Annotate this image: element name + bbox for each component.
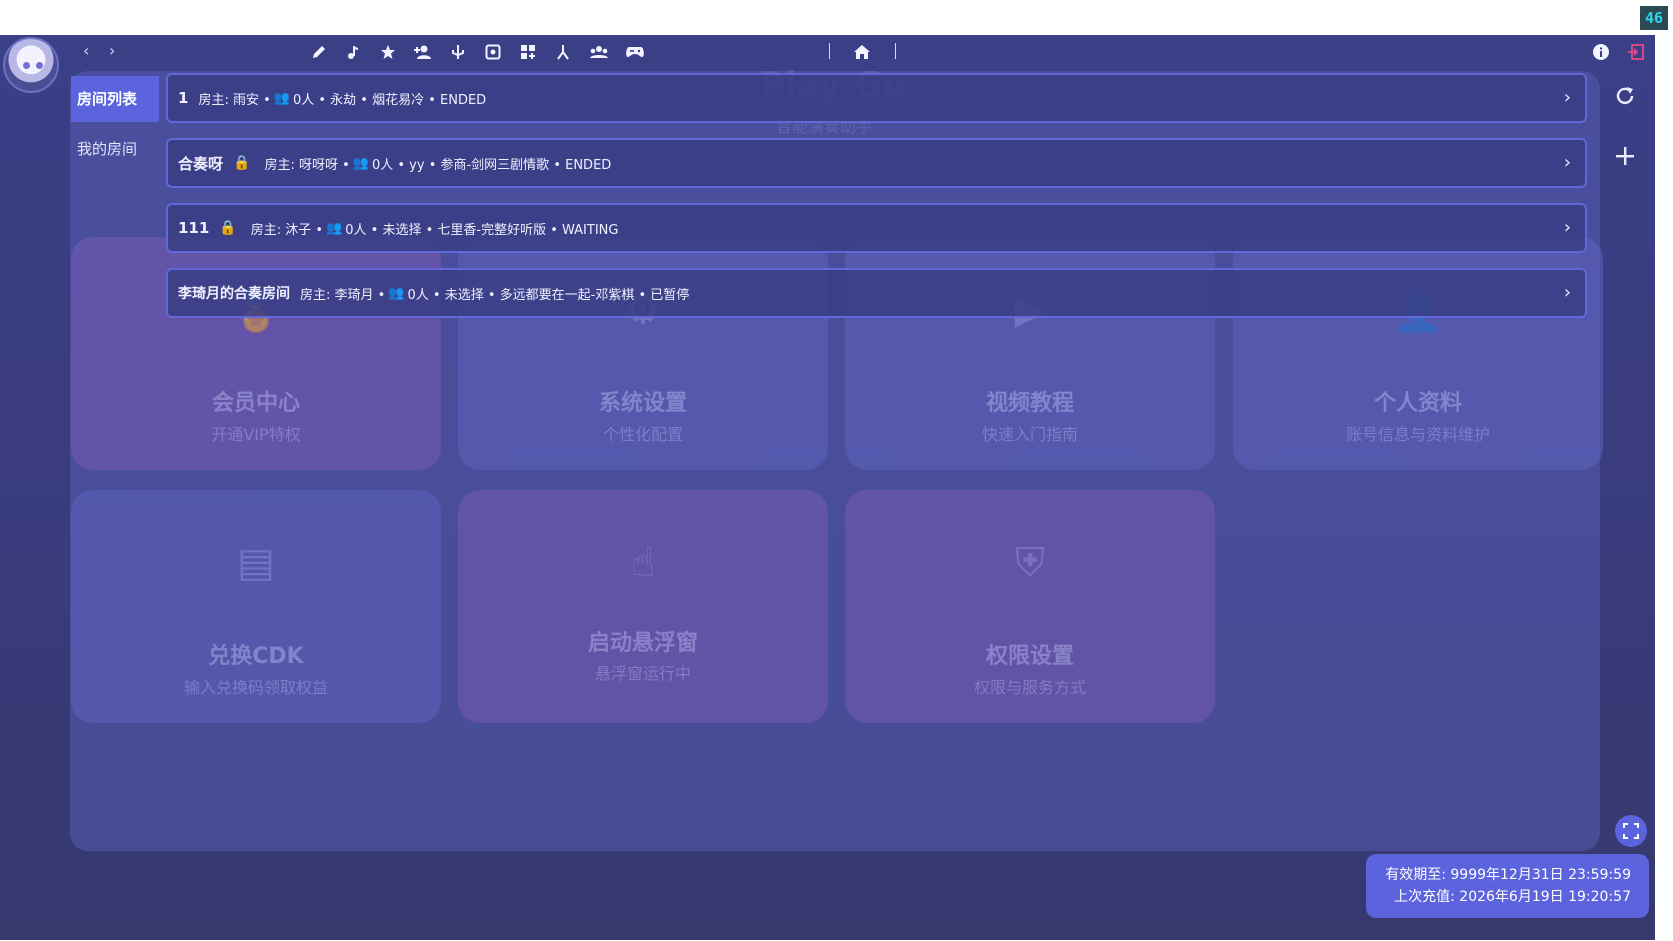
fullscreen-button[interactable] <box>1615 815 1647 847</box>
fork-icon[interactable] <box>552 41 574 63</box>
card-title: 个人资料 <box>1373 391 1462 416</box>
chevron-right-icon: › <box>1563 152 1571 173</box>
pointer-icon: ☝ <box>630 540 656 586</box>
room-owner: 房主: 雨安 • <box>198 92 271 108</box>
avatar-eye-right <box>36 62 43 69</box>
avatar-eye-left <box>23 62 30 69</box>
room-details: 0人 • yy • 参商-剑网三剧情歌 • ENDED <box>371 157 612 173</box>
subscription-info: 有效期至: 9999年12月31日 23:59:59 上次充值: 2026年6月… <box>1366 854 1649 918</box>
tab-room-list[interactable]: 房间列表 <box>71 76 159 122</box>
room-owner: 房主: 沐子 • <box>250 222 324 238</box>
room-owner: 房主: 呀呀呀 • <box>264 157 350 173</box>
card-title: 启动悬浮窗 <box>587 631 698 656</box>
card-icon: ▤ <box>237 540 275 586</box>
room-list: 1 房主: 雨安 • 👥 0人 • 永劫 • 烟花易冷 • ENDED › 合奏… <box>166 73 1587 333</box>
add-person-icon[interactable] <box>412 41 434 63</box>
people-icon: 👥 <box>388 285 405 301</box>
card-floating-window[interactable]: ☝ 启动悬浮窗 悬浮窗运行中 <box>458 490 828 723</box>
controller-icon[interactable] <box>624 41 646 63</box>
card-subtitle: 个性化配置 <box>602 425 683 444</box>
card-subtitle: 账号信息与资料维护 <box>1345 425 1490 444</box>
valid-until-text: 有效期至: 9999年12月31日 23:59:59 <box>1385 867 1631 883</box>
music-note-icon[interactable] <box>342 41 364 63</box>
chevron-right-icon: › <box>1563 282 1571 303</box>
people-icon: 👥 <box>352 155 369 171</box>
toolbar-separator-left <box>829 43 830 59</box>
info-icon[interactable] <box>1590 41 1612 63</box>
people-icon: 👥 <box>273 90 290 106</box>
nav-forward-button[interactable]: › <box>109 41 115 60</box>
room-details: 0人 • 未选择 • 多远都要在一起-邓紫棋 • 已暂停 <box>407 287 690 303</box>
chevron-right-icon: › <box>1563 87 1571 108</box>
room-details: 0人 • 未选择 • 七里香-完整好听版 • WAITING <box>345 222 619 238</box>
card-subtitle: 悬浮窗运行中 <box>594 664 691 683</box>
card-permission-settings[interactable]: ⛨ 权限设置 权限与服务方式 <box>845 490 1215 723</box>
room-item[interactable]: 111 🔒 房主: 沐子 • 👥 0人 • 未选择 • 七里香-完整好听版 • … <box>166 203 1587 253</box>
toolbar-separator-right <box>895 43 896 59</box>
room-name: 李琦月的合奏房间 <box>178 286 290 302</box>
card-title: 会员中心 <box>211 391 300 416</box>
tab-my-rooms[interactable]: 我的房间 <box>71 126 159 172</box>
top-strip <box>0 0 1673 35</box>
room-tabs: 房间列表 我的房间 <box>71 76 159 172</box>
nav-back-button[interactable]: ‹ <box>83 41 89 60</box>
last-recharge-text: 上次充值: 2026年6月19日 19:20:57 <box>1394 889 1631 905</box>
room-item[interactable]: 李琦月的合奏房间 房主: 李琦月 • 👥 0人 • 未选择 • 多远都要在一起-… <box>166 268 1587 318</box>
room-name: 1 <box>178 89 189 107</box>
lock-icon: 🔒 <box>219 220 237 236</box>
card-subtitle: 输入兑换码领取权益 <box>183 678 328 697</box>
card-subtitle: 快速入门指南 <box>981 425 1078 444</box>
grid-plus-icon[interactable] <box>517 41 539 63</box>
right-edge <box>1655 35 1673 941</box>
add-room-icon[interactable] <box>1614 145 1636 173</box>
room-details: 0人 • 永劫 • 烟花易冷 • ENDED <box>292 92 487 108</box>
room-owner: 房主: 李琦月 • <box>300 287 386 303</box>
chevron-right-icon: › <box>1563 217 1571 238</box>
user-avatar[interactable] <box>3 37 59 93</box>
shield-icon: ⛨ <box>1015 540 1045 586</box>
card-subtitle: 权限与服务方式 <box>973 678 1086 697</box>
home-icon[interactable] <box>851 41 873 63</box>
usb-icon[interactable] <box>447 41 469 63</box>
room-item[interactable]: 1 房主: 雨安 • 👥 0人 • 永劫 • 烟花易冷 • ENDED › <box>166 73 1587 123</box>
card-title: 权限设置 <box>985 644 1074 669</box>
room-name: 合奏呀 <box>178 154 224 173</box>
people-icon: 👥 <box>326 220 343 236</box>
exit-icon[interactable] <box>1625 41 1647 63</box>
card-redeem-cdk[interactable]: ▤ 兑换CDK 输入兑换码领取权益 <box>71 490 441 723</box>
refresh-icon[interactable] <box>1614 85 1636 113</box>
gamepad-square-icon[interactable] <box>482 41 504 63</box>
card-title: 视频教程 <box>985 391 1074 416</box>
room-name: 111 <box>178 219 210 237</box>
card-title: 系统设置 <box>598 391 687 416</box>
card-subtitle: 开通VIP特权 <box>211 425 301 444</box>
pencil-icon[interactable] <box>308 41 330 63</box>
card-title: 兑换CDK <box>208 644 304 669</box>
room-item[interactable]: 合奏呀 🔒 房主: 呀呀呀 • 👥 0人 • yy • 参商-剑网三剧情歌 • … <box>166 138 1587 188</box>
group-icon[interactable] <box>588 41 610 63</box>
star-icon[interactable] <box>377 41 399 63</box>
lock-icon: 🔒 <box>233 155 251 171</box>
app-window: ‹ › Play-Go 智能演奏助手 🏅 <box>0 35 1655 941</box>
fps-counter: 46 <box>1640 6 1668 30</box>
